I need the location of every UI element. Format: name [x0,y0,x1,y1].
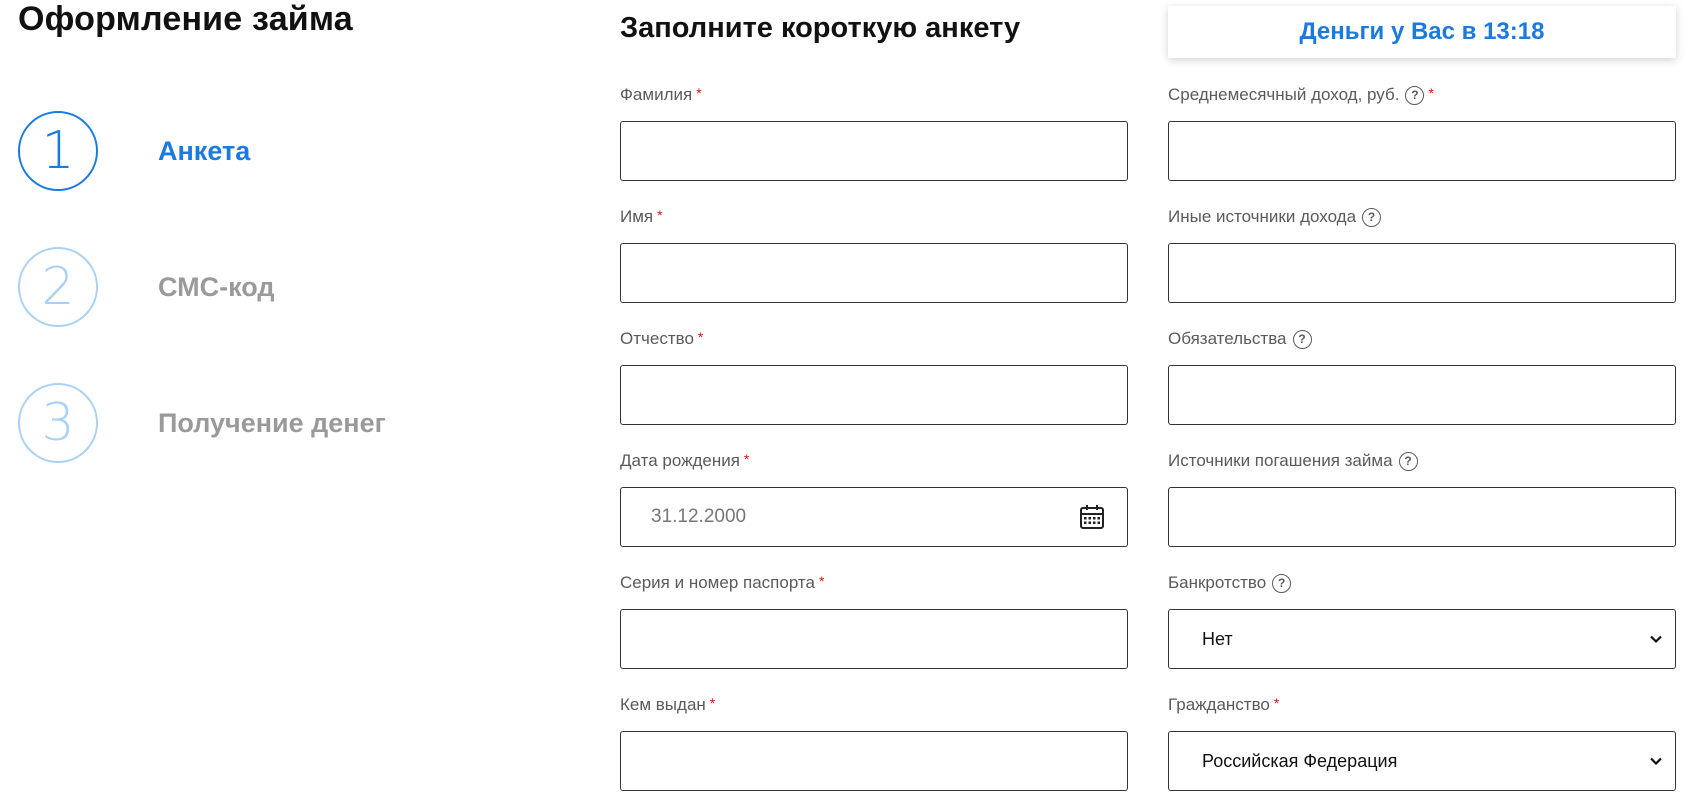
citizenship-field: Гражданство * Российская Федерация [1168,693,1676,791]
surname-input-box [620,121,1128,181]
required-mark: * [697,329,704,345]
issued-by-input[interactable] [621,732,1127,790]
step-1: 1 Анкета [18,111,438,191]
chevron-down-icon [1650,635,1662,644]
obligations-input[interactable] [1169,366,1675,424]
issued-by-field: Кем выдан * [620,693,1128,791]
step-1-label: Анкета [158,135,251,166]
citizenship-select[interactable]: Российская Федерация [1168,731,1676,791]
citizenship-selected-value: Российская Федерация [1202,750,1398,771]
chevron-down-icon [1650,757,1662,766]
passport-input[interactable] [621,610,1127,668]
patronymic-input[interactable] [621,366,1127,424]
required-mark: * [1428,85,1434,101]
bankruptcy-selected-value: Нет [1202,628,1233,649]
name-field: Имя * [620,205,1128,303]
required-mark: * [743,451,750,467]
other-income-label: Иные источники дохода? [1168,205,1676,229]
surname-input[interactable] [621,122,1127,180]
issued-by-input-box [620,731,1128,791]
step-2: 2 СМС-код [18,247,438,327]
patronymic-label: Отчество * [620,329,704,348]
step-2-label: СМС-код [158,271,275,302]
passport-label: Серия и номер паспорта * [620,573,825,592]
bankruptcy-select[interactable]: Нет [1168,609,1676,669]
step-3: 3 Получение денег [18,383,438,463]
repayment-input[interactable] [1169,488,1675,546]
help-icon[interactable]: ? [1405,85,1425,105]
patronymic-input-box [620,365,1128,425]
page-title: Оформление займа [18,0,353,38]
issued-by-label: Кем выдан * [620,695,716,714]
income-input[interactable] [1169,122,1675,180]
income-input-box [1168,121,1676,181]
required-mark: * [657,207,663,223]
repayment-field: Источники погашения займа? [1168,449,1676,547]
obligations-label: Обязательства? [1168,327,1676,351]
other-income-input-box [1168,243,1676,303]
name-label: Имя * [620,207,663,226]
form-title: Заполните короткую анкету [620,12,1021,44]
repayment-input-box [1168,487,1676,547]
surname-field: Фамилия * [620,83,1128,181]
calendar-icon[interactable] [1079,504,1105,530]
name-input-box [620,243,1128,303]
step-3-number: 3 [18,383,98,463]
birthdate-label: Дата рождения * [620,451,750,470]
passport-field: Серия и номер паспорта * [620,571,1128,669]
required-mark: * [709,695,716,711]
bankruptcy-field: Банкротство? Нет [1168,571,1676,669]
birthdate-input[interactable] [621,488,1127,546]
citizenship-label: Гражданство * [1168,695,1280,714]
surname-label: Фамилия * [620,85,702,104]
step-2-number: 2 [18,247,98,327]
help-icon[interactable]: ? [1362,207,1382,227]
bankruptcy-label: Банкротство? [1168,571,1676,595]
help-icon[interactable]: ? [1272,573,1292,593]
required-mark: * [1273,695,1280,711]
step-1-number: 1 [18,111,98,191]
help-icon[interactable]: ? [1398,451,1418,471]
money-time-badge: Деньги у Вас в 13:18 [1168,6,1676,58]
passport-input-box [620,609,1128,669]
obligations-input-box [1168,365,1676,425]
birthdate-input-box [620,487,1128,547]
name-input[interactable] [621,244,1127,302]
obligations-field: Обязательства? [1168,327,1676,425]
birthdate-field: Дата рождения * [620,449,1128,547]
repayment-label: Источники погашения займа? [1168,449,1676,473]
help-icon[interactable]: ? [1292,329,1312,349]
income-field: Среднемесячный доход, руб.? * [1168,83,1676,181]
other-income-input[interactable] [1169,244,1675,302]
step-3-label: Получение денег [158,407,386,438]
patronymic-field: Отчество * [620,327,1128,425]
other-income-field: Иные источники дохода? [1168,205,1676,303]
income-label: Среднемесячный доход, руб.? * [1168,85,1434,105]
required-mark: * [696,85,702,101]
required-mark: * [818,573,825,589]
